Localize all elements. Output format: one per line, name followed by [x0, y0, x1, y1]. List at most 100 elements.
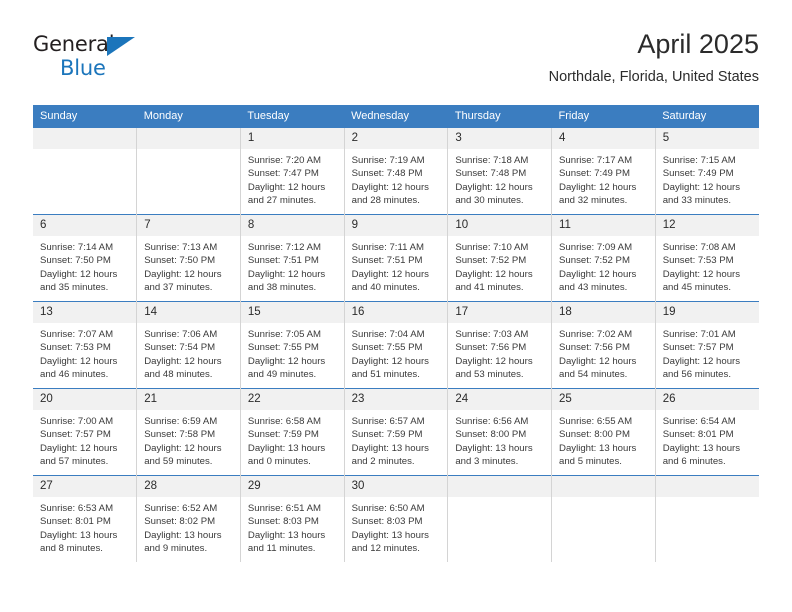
day-details: Sunrise: 7:13 AM Sunset: 7:50 PM Daylight:… [137, 236, 240, 294]
day-number: 5 [655, 128, 759, 149]
sunset-text: Sunset: 7:59 PM [351, 429, 423, 441]
calendar-day-cell[interactable]: 5 Sunrise: 7:15 AM Sunset: 7:49 PM Daylight… [655, 128, 759, 215]
daylight-text: Daylight: 12 hours and 27 minutes. [247, 181, 326, 206]
day-number [655, 476, 759, 497]
daylight-text: Daylight: 12 hours and 35 minutes. [40, 268, 118, 293]
calendar-week-row: 27 Sunrise: 6:53 AM Sunset: 8:01 PM Dayligh… [33, 475, 759, 562]
calendar-day-cell[interactable]: 8 Sunrise: 7:12 AM Sunset: 7:51 PM Daylight… [240, 214, 345, 302]
daylight-text: Daylight: 13 hours and 12 minutes. [351, 529, 429, 554]
day-details: Sunrise: 6:57 AM Sunset: 7:59 PM Daylight:… [345, 410, 448, 468]
day-number: 20 [33, 389, 137, 410]
calendar-day-cell[interactable]: 19 Sunrise: 7:01 AM Sunset: 7:57 PM Dayligh… [655, 301, 759, 389]
calendar-day-cell[interactable]: 10 Sunrise: 7:10 AM Sunset: 7:52 PM Dayligh… [447, 214, 553, 302]
day-details: Sunrise: 7:05 AM Sunset: 7:55 PM Daylight:… [241, 323, 344, 381]
calendar-day-cell[interactable]: 12 Sunrise: 7:08 AM Sunset: 7:53 PM Dayligh… [655, 214, 759, 302]
calendar-day-cell[interactable]: 2 Sunrise: 7:19 AM Sunset: 7:48 PM Daylight… [344, 128, 449, 215]
calendar-day-cell[interactable]: 18 Sunrise: 7:02 AM Sunset: 7:56 PM Dayligh… [551, 301, 656, 389]
sunrise-text: Sunrise: 6:58 AM [247, 416, 321, 427]
day-number: 6 [33, 215, 137, 236]
calendar-day-cell[interactable]: 24 Sunrise: 6:56 AM Sunset: 8:00 PM Dayligh… [447, 388, 553, 476]
calendar-day-cell[interactable]: 13 Sunrise: 7:07 AM Sunset: 7:53 PM Dayligh… [33, 301, 138, 389]
daylight-text: Daylight: 12 hours and 54 minutes. [559, 355, 637, 380]
sunrise-text: Sunrise: 6:57 AM [351, 416, 425, 427]
day-details: Sunrise: 6:58 AM Sunset: 7:59 PM Daylight:… [241, 410, 344, 468]
day-number: 30 [344, 476, 448, 497]
day-number: 15 [240, 302, 344, 323]
day-details: Sunrise: 7:09 AM Sunset: 7:52 PM Daylight:… [552, 236, 655, 294]
weekday-header-row: Sunday Monday Tuesday Wednesday Thursday… [33, 105, 759, 128]
weekday-header-tuesday: Tuesday [240, 105, 345, 128]
day-number [448, 476, 552, 497]
logo-text-blue: Blue [60, 56, 106, 80]
day-number: 10 [448, 215, 552, 236]
logo-text-general: General [33, 32, 115, 56]
calendar-day-cell[interactable]: 4 Sunrise: 7:17 AM Sunset: 7:49 PM Daylight… [551, 128, 656, 215]
day-details: Sunrise: 7:14 AM Sunset: 7:50 PM Daylight:… [33, 236, 136, 294]
sunset-text: Sunset: 7:51 PM [351, 255, 423, 267]
sunrise-text: Sunrise: 6:53 AM [40, 503, 114, 514]
calendar-day-cell[interactable]: 1 Sunrise: 7:20 AM Sunset: 7:47 PM Daylight… [240, 128, 345, 215]
sunset-text: Sunset: 7:53 PM [40, 342, 111, 354]
calendar-day-cell[interactable]: 14 Sunrise: 7:06 AM Sunset: 7:54 PM Dayligh… [136, 301, 241, 389]
day-details: Sunrise: 7:10 AM Sunset: 7:52 PM Daylight:… [448, 236, 551, 294]
calendar-day-cell[interactable]: 23 Sunrise: 6:57 AM Sunset: 7:59 PM Dayligh… [344, 388, 449, 476]
sunrise-text: Sunrise: 7:01 AM [662, 329, 736, 340]
calendar-day-cell[interactable]: 28 Sunrise: 6:52 AM Sunset: 8:02 PM Dayligh… [136, 475, 241, 562]
day-details: Sunrise: 7:19 AM Sunset: 7:48 PM Daylight:… [345, 149, 448, 207]
calendar-day-cell[interactable]: 15 Sunrise: 7:05 AM Sunset: 7:55 PM Dayligh… [240, 301, 345, 389]
sunrise-text: Sunrise: 6:55 AM [559, 416, 633, 427]
weekday-header-saturday: Saturday [655, 105, 759, 128]
calendar-day-cell[interactable]: 26 Sunrise: 6:54 AM Sunset: 8:01 PM Dayligh… [655, 388, 759, 476]
calendar-head: Sunday Monday Tuesday Wednesday Thursday… [33, 105, 759, 128]
day-number: 29 [240, 476, 344, 497]
calendar-week-row: 13 Sunrise: 7:07 AM Sunset: 7:53 PM Dayligh… [33, 301, 759, 389]
daylight-text: Daylight: 12 hours and 30 minutes. [455, 181, 533, 206]
sunrise-text: Sunrise: 7:19 AM [351, 155, 425, 166]
calendar-page: General Blue April 2025 Northdale, Flori… [0, 0, 792, 612]
sunrise-text: Sunrise: 6:51 AM [247, 503, 321, 514]
sunset-text: Sunset: 7:58 PM [144, 429, 216, 441]
calendar-day-cell[interactable]: 9 Sunrise: 7:11 AM Sunset: 7:51 PM Daylight… [344, 214, 449, 302]
day-number: 2 [344, 128, 448, 149]
sunset-text: Sunset: 7:50 PM [40, 255, 111, 267]
day-number: 19 [655, 302, 759, 323]
sunrise-text: Sunrise: 7:08 AM [662, 242, 736, 253]
title-block: April 2025 Northdale, Florida, United St… [549, 28, 759, 86]
day-number: 16 [344, 302, 448, 323]
calendar-day-cell[interactable]: 27 Sunrise: 6:53 AM Sunset: 8:01 PM Dayligh… [33, 475, 138, 562]
calendar-day-cell-empty [655, 475, 759, 562]
calendar-day-cell[interactable]: 17 Sunrise: 7:03 AM Sunset: 7:56 PM Dayligh… [447, 301, 553, 389]
calendar-day-cell[interactable]: 7 Sunrise: 7:13 AM Sunset: 7:50 PM Daylight… [136, 214, 241, 302]
day-details: Sunrise: 7:17 AM Sunset: 7:49 PM Daylight:… [552, 149, 655, 207]
calendar-day-cell[interactable]: 6 Sunrise: 7:14 AM Sunset: 7:50 PM Daylight… [33, 214, 138, 302]
calendar-day-cell[interactable]: 21 Sunrise: 6:59 AM Sunset: 7:58 PM Dayligh… [136, 388, 241, 476]
daylight-text: Daylight: 12 hours and 45 minutes. [662, 268, 741, 293]
calendar-body: 1 Sunrise: 7:20 AM Sunset: 7:47 PM Daylight… [33, 128, 759, 562]
calendar-day-cell[interactable]: 29 Sunrise: 6:51 AM Sunset: 8:03 PM Dayligh… [240, 475, 345, 562]
calendar-day-cell[interactable]: 25 Sunrise: 6:55 AM Sunset: 8:00 PM Dayligh… [551, 388, 656, 476]
sunrise-text: Sunrise: 7:06 AM [144, 329, 218, 340]
calendar-day-cell[interactable]: 22 Sunrise: 6:58 AM Sunset: 7:59 PM Dayligh… [240, 388, 345, 476]
daylight-text: Daylight: 12 hours and 37 minutes. [144, 268, 222, 293]
sunset-text: Sunset: 8:01 PM [40, 516, 111, 528]
calendar-day-cell[interactable]: 3 Sunrise: 7:18 AM Sunset: 7:48 PM Daylight… [447, 128, 553, 215]
sunset-text: Sunset: 7:54 PM [144, 342, 216, 354]
day-number: 11 [552, 215, 655, 236]
calendar-day-cell[interactable]: 16 Sunrise: 7:04 AM Sunset: 7:55 PM Dayligh… [344, 301, 449, 389]
calendar-day-cell[interactable]: 30 Sunrise: 6:50 AM Sunset: 8:03 PM Dayligh… [344, 475, 449, 562]
calendar-day-cell[interactable]: 20 Sunrise: 7:00 AM Sunset: 7:57 PM Dayligh… [33, 388, 138, 476]
sunset-text: Sunset: 7:55 PM [351, 342, 423, 354]
day-number: 7 [137, 215, 240, 236]
generalblue-logo[interactable]: General Blue [33, 32, 163, 84]
sunset-text: Sunset: 8:03 PM [247, 516, 319, 528]
sunset-text: Sunset: 7:49 PM [559, 168, 630, 180]
calendar-day-cell[interactable]: 11 Sunrise: 7:09 AM Sunset: 7:52 PM Dayligh… [551, 214, 656, 302]
sunset-text: Sunset: 8:00 PM [455, 429, 527, 441]
day-details: Sunrise: 6:55 AM Sunset: 8:00 PM Daylight:… [552, 410, 655, 468]
daylight-text: Daylight: 13 hours and 3 minutes. [455, 442, 533, 467]
day-number: 27 [33, 476, 137, 497]
calendar-week-row: 6 Sunrise: 7:14 AM Sunset: 7:50 PM Daylight… [33, 214, 759, 302]
sunrise-text: Sunrise: 7:17 AM [559, 155, 633, 166]
sunset-text: Sunset: 7:56 PM [559, 342, 630, 354]
day-number: 9 [344, 215, 448, 236]
